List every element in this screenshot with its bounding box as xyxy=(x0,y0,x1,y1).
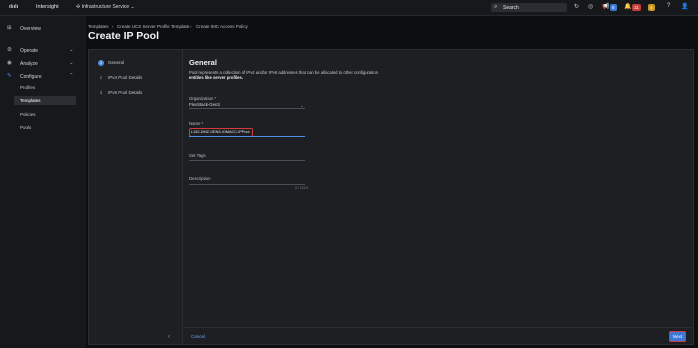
chevron-down-icon: ⌄ xyxy=(129,4,135,10)
sidebar-item-pools[interactable]: Pools xyxy=(14,123,76,132)
organization-select[interactable]: FlexStack-Gen3 xyxy=(189,102,220,107)
step-label: IPv6 Pool Details xyxy=(108,90,143,95)
sidebar-item-configure[interactable]: ✎ Configure ⌃ xyxy=(0,72,86,82)
alarm-critical-badge[interactable]: 31 xyxy=(632,4,642,11)
breadcrumb-separator: › xyxy=(112,24,114,29)
wizard-panel: 1 General 2 IPv4 Pool Details 3 IPv6 Pool D… xyxy=(88,49,694,345)
step-number: 1 xyxy=(98,60,104,66)
sidebar-item-label: Overview xyxy=(20,26,41,32)
chevron-down-icon: ⌄ xyxy=(69,60,74,66)
wizard-footer: Cancel Next xyxy=(182,327,693,345)
breadcrumb-server-profile-template[interactable]: Create UCS Server Profile Template xyxy=(117,24,189,29)
sidebar-item-label: Templates xyxy=(20,98,41,103)
service-label: Infrastructure Service xyxy=(81,4,130,10)
analyze-icon: ◉ xyxy=(7,60,12,66)
tags-field[interactable]: Set Tags xyxy=(189,153,206,158)
name-value: L152-DMZ-GEN3-IOMACC-IPPool xyxy=(191,130,250,134)
sidebar-item-label: Configure xyxy=(20,74,42,80)
organization-label: Organization * xyxy=(189,96,217,101)
breadcrumb-imc-access-policy[interactable]: Create IMC Access Policy xyxy=(196,24,248,29)
name-underline xyxy=(189,136,305,137)
description-field[interactable]: Description xyxy=(189,176,211,181)
breadcrumb-separator: › xyxy=(190,24,192,29)
step-number: 3 xyxy=(99,90,103,95)
sidebar: ⊞ Overview ⚙ Operate ⌄ ◉ Analyze ⌄ ✎ Con… xyxy=(0,16,86,348)
step-label: General xyxy=(108,60,125,65)
step-ipv4-pool-details[interactable]: 2 IPv4 Pool Details xyxy=(98,75,142,81)
sidebar-item-label: Analyze xyxy=(20,61,38,67)
cancel-button[interactable]: Cancel xyxy=(191,334,205,339)
alarm-warning-badge[interactable]: 4 xyxy=(648,4,655,11)
next-button[interactable]: Next xyxy=(669,331,686,342)
sidebar-item-analyze[interactable]: ◉ Analyze ⌄ xyxy=(0,59,86,69)
sidebar-item-overview[interactable]: ⊞ Overview xyxy=(0,24,86,34)
sidebar-item-templates[interactable]: Templates xyxy=(14,96,76,105)
sidebar-item-label: Profiles xyxy=(20,85,36,90)
form-heading: General xyxy=(189,58,217,67)
step-label: IPv4 Pool Details xyxy=(108,75,143,80)
refresh-icon[interactable]: ↻ xyxy=(574,3,579,10)
description-char-counter: 0 / 1024 xyxy=(295,186,308,190)
breadcrumb-templates[interactable]: Templates xyxy=(88,24,109,29)
sidebar-item-policies[interactable]: Policies xyxy=(14,110,76,119)
sidebar-item-label: Policies xyxy=(20,112,36,117)
page-title: Create IP Pool xyxy=(88,30,159,42)
chevron-down-icon: ⌄ xyxy=(69,47,74,53)
chevron-up-icon: ⌃ xyxy=(69,73,74,79)
announcement-icon[interactable]: 📢 xyxy=(602,3,609,10)
description-underline xyxy=(189,184,305,185)
overview-icon: ⊞ xyxy=(7,25,12,31)
bell-icon[interactable]: 🔔 xyxy=(624,3,631,10)
cisco-logo: ılıılı xyxy=(9,4,19,10)
wizard-steps: 1 General 2 IPv4 Pool Details 3 IPv6 Pool D… xyxy=(89,50,183,344)
sidebar-item-label: Pools xyxy=(20,125,32,130)
search-input[interactable]: ⌕ Search xyxy=(491,3,567,12)
name-label: Name * xyxy=(189,121,204,126)
help-icon[interactable]: ? xyxy=(667,3,670,9)
notification-count-badge[interactable]: 8 xyxy=(610,4,617,11)
sidebar-item-label: Operate xyxy=(20,48,39,54)
search-placeholder: Search xyxy=(503,4,519,11)
top-bar: ılıılı Intersight ✣ Infrastructure Servi… xyxy=(0,0,698,16)
organization-underline xyxy=(189,108,305,109)
configure-icon: ✎ xyxy=(7,73,12,79)
service-selector[interactable]: ✣ Infrastructure Service ⌄ xyxy=(76,4,135,10)
search-icon: ⌕ xyxy=(494,4,498,10)
app-brand: Intersight xyxy=(36,4,59,10)
step-general[interactable]: 1 General xyxy=(98,60,124,66)
chevron-left-icon[interactable]: ‹ xyxy=(168,334,170,340)
activity-icon[interactable]: ◎ xyxy=(588,3,593,10)
tags-underline xyxy=(189,160,305,161)
sidebar-item-operate[interactable]: ⚙ Operate ⌄ xyxy=(0,46,86,56)
sidebar-item-profiles[interactable]: Profiles xyxy=(14,83,76,92)
user-icon[interactable]: 👤 xyxy=(681,3,688,10)
step-ipv6-pool-details[interactable]: 3 IPv6 Pool Details xyxy=(98,90,142,96)
form-description-bold: entities like server profiles. xyxy=(189,75,243,80)
step-number: 2 xyxy=(99,75,103,80)
operate-icon: ⚙ xyxy=(7,47,12,53)
